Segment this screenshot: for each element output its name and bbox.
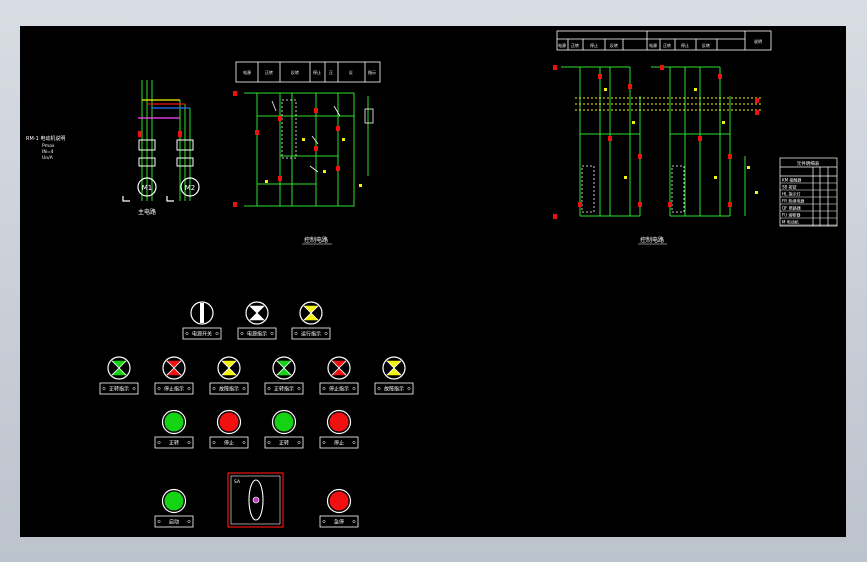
motor-note-line: Pmax: [42, 143, 55, 149]
motor-note-line: Un/A: [42, 155, 54, 161]
header-cell: 停止: [590, 42, 598, 48]
push-button[interactable]: 正转: [154, 409, 194, 449]
nameplate-label: 停止: [224, 440, 234, 447]
nameplate-label: 电源开关: [192, 331, 212, 338]
table-row: QF 断路器: [782, 205, 801, 211]
control-circuit-2-caption: 控制电路: [640, 236, 664, 244]
header-cell: 正转: [571, 42, 579, 48]
header-cell: 正转: [265, 69, 273, 75]
indicator-lamp: 故障指示: [374, 356, 414, 395]
motor-m1-label: M1: [142, 184, 153, 192]
header-cell: 反转: [610, 42, 618, 48]
motor-note-line: RM-1 电动机说明: [26, 135, 65, 142]
cad-drawing: M1 M2 主电路 RM-1 电动机说明 Pmax IN=4 Un/A 电源 正…: [26, 30, 838, 528]
header-cell: 反: [349, 69, 353, 75]
header-cell: 正转: [663, 42, 671, 48]
nameplate-label: 正转: [169, 440, 179, 447]
nameplate-label: 启动: [169, 519, 179, 526]
indicator-lamp: 故障指示: [209, 356, 249, 395]
motor-main-circuit: M1 M2 主电路 RM-1 电动机说明 Pmax IN=4 Un/A: [26, 80, 200, 216]
nameplate-label: 运行指示: [301, 331, 321, 338]
push-button[interactable]: 停止: [319, 409, 359, 449]
table-row: SB 按钮: [782, 184, 797, 190]
operator-panel: 电源开关 电源指示 运行指示正转指示 停止指示 故障指示 正转指示 停止指示 故障指示正转 停止…: [99, 301, 414, 528]
push-button[interactable]: 正转: [264, 409, 304, 449]
motor-note-line: IN=4: [42, 149, 53, 155]
header-cell: 反转: [702, 42, 710, 48]
table-row: HL 指示灯: [782, 191, 801, 197]
header-cell: 指示: [368, 69, 376, 75]
nameplate-label: 故障指示: [219, 386, 239, 393]
header-cell: 停止: [313, 69, 321, 75]
parts-table: 元件明细表 KM 接触器SB 按钮HL 指示灯FR 热继电器QF 断路器FU 熔…: [779, 157, 838, 227]
nameplate-label: 急停: [334, 519, 344, 526]
drawing-canvas[interactable]: M1 M2 主电路 RM-1 电动机说明 Pmax IN=4 Un/A 电源 正…: [20, 26, 846, 537]
indicator-lamp: 运行指示: [291, 301, 331, 340]
header-cell: 说明: [754, 38, 762, 44]
selector-switch[interactable]: SA: [227, 472, 284, 528]
table-title: 元件明细表: [797, 160, 820, 167]
header-cell: 电源: [649, 42, 657, 48]
indicator-lamp: 停止指示: [154, 356, 194, 395]
header-cell: 正: [329, 70, 333, 75]
header-cell: 电源: [558, 42, 566, 48]
nameplate-label: 故障指示: [384, 386, 404, 393]
table-row: M 电动机: [782, 219, 799, 225]
selector-switch-label: SA: [234, 479, 241, 485]
push-button[interactable]: 启动: [154, 488, 194, 528]
control-circuit-1: 电源 正转 反转 停止 正 反 指示 控制电路: [233, 61, 381, 245]
header-cell: 停止: [681, 42, 689, 48]
push-button[interactable]: 急停: [319, 488, 359, 528]
main-circuit-label: 主电路: [138, 208, 156, 216]
motor-m2-label: M2: [185, 184, 196, 192]
control-circuit-2: 电源 正转 停止 反转 电源 正转 停止 反转 说明 控制电路: [553, 30, 772, 245]
indicator-lamp: 正转指示: [264, 356, 304, 395]
control-circuit-1-caption: 控制电路: [304, 236, 328, 244]
header-cell: 反转: [291, 69, 299, 75]
indicator-lamp: 停止指示: [319, 356, 359, 395]
power-switch[interactable]: 电源开关: [182, 301, 222, 340]
nameplate-label: 正转: [279, 440, 289, 447]
nameplate-label: 停止指示: [164, 386, 184, 393]
nameplate-label: 正转指示: [274, 386, 294, 393]
nameplate-label: 停止指示: [329, 386, 349, 393]
nameplate-label: 正转指示: [109, 386, 129, 393]
table-row: KM 接触器: [782, 177, 801, 183]
indicator-lamp: 电源指示: [237, 301, 277, 340]
nameplate-label: 电源指示: [247, 331, 267, 338]
nameplate-label: 停止: [334, 440, 344, 447]
push-button[interactable]: 停止: [209, 409, 249, 449]
table-row: FU 熔断器: [782, 212, 801, 218]
indicator-lamp: 正转指示: [99, 356, 139, 395]
table-row: FR 热继电器: [782, 198, 804, 204]
header-cell: 电源: [243, 69, 251, 75]
